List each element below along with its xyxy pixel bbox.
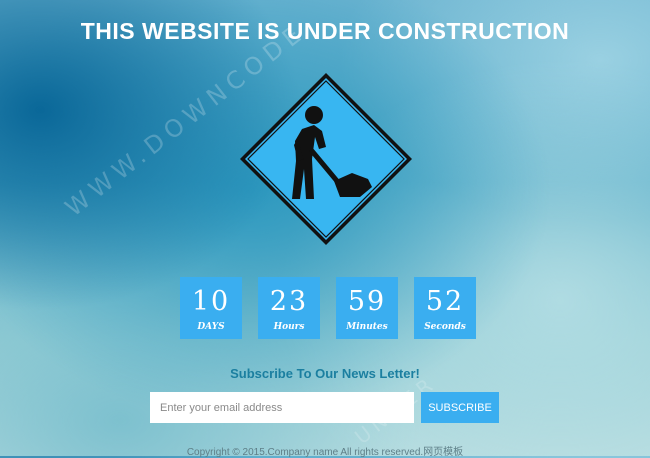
hours-value: 23 [269, 286, 309, 317]
construction-worker-sign-icon [240, 73, 412, 245]
page-title: THIS WEBSITE IS UNDER CONSTRUCTION [80, 18, 570, 44]
minutes-value: 59 [347, 286, 387, 317]
days-label: DAYS [197, 322, 225, 332]
countdown-hours: 23 Hours [258, 277, 320, 339]
subscribe-button[interactable]: SUBSCRIBE [421, 392, 499, 423]
seconds-value: 52 [425, 286, 465, 317]
countdown-minutes: 59 Minutes [336, 277, 398, 339]
hours-label: Hours [273, 322, 305, 332]
minutes-label: Minutes [346, 322, 388, 332]
days-value: 10 [191, 286, 231, 317]
subscribe-heading: Subscribe To Our News Letter! [230, 366, 420, 381]
countdown-seconds: 52 Seconds [414, 277, 476, 339]
email-field[interactable] [150, 392, 414, 423]
countdown-days: 10 DAYS [180, 277, 242, 339]
countdown-timer: 10 DAYS 23 Hours 59 Minutes 52 Seconds [180, 277, 476, 339]
seconds-label: Seconds [424, 322, 466, 332]
